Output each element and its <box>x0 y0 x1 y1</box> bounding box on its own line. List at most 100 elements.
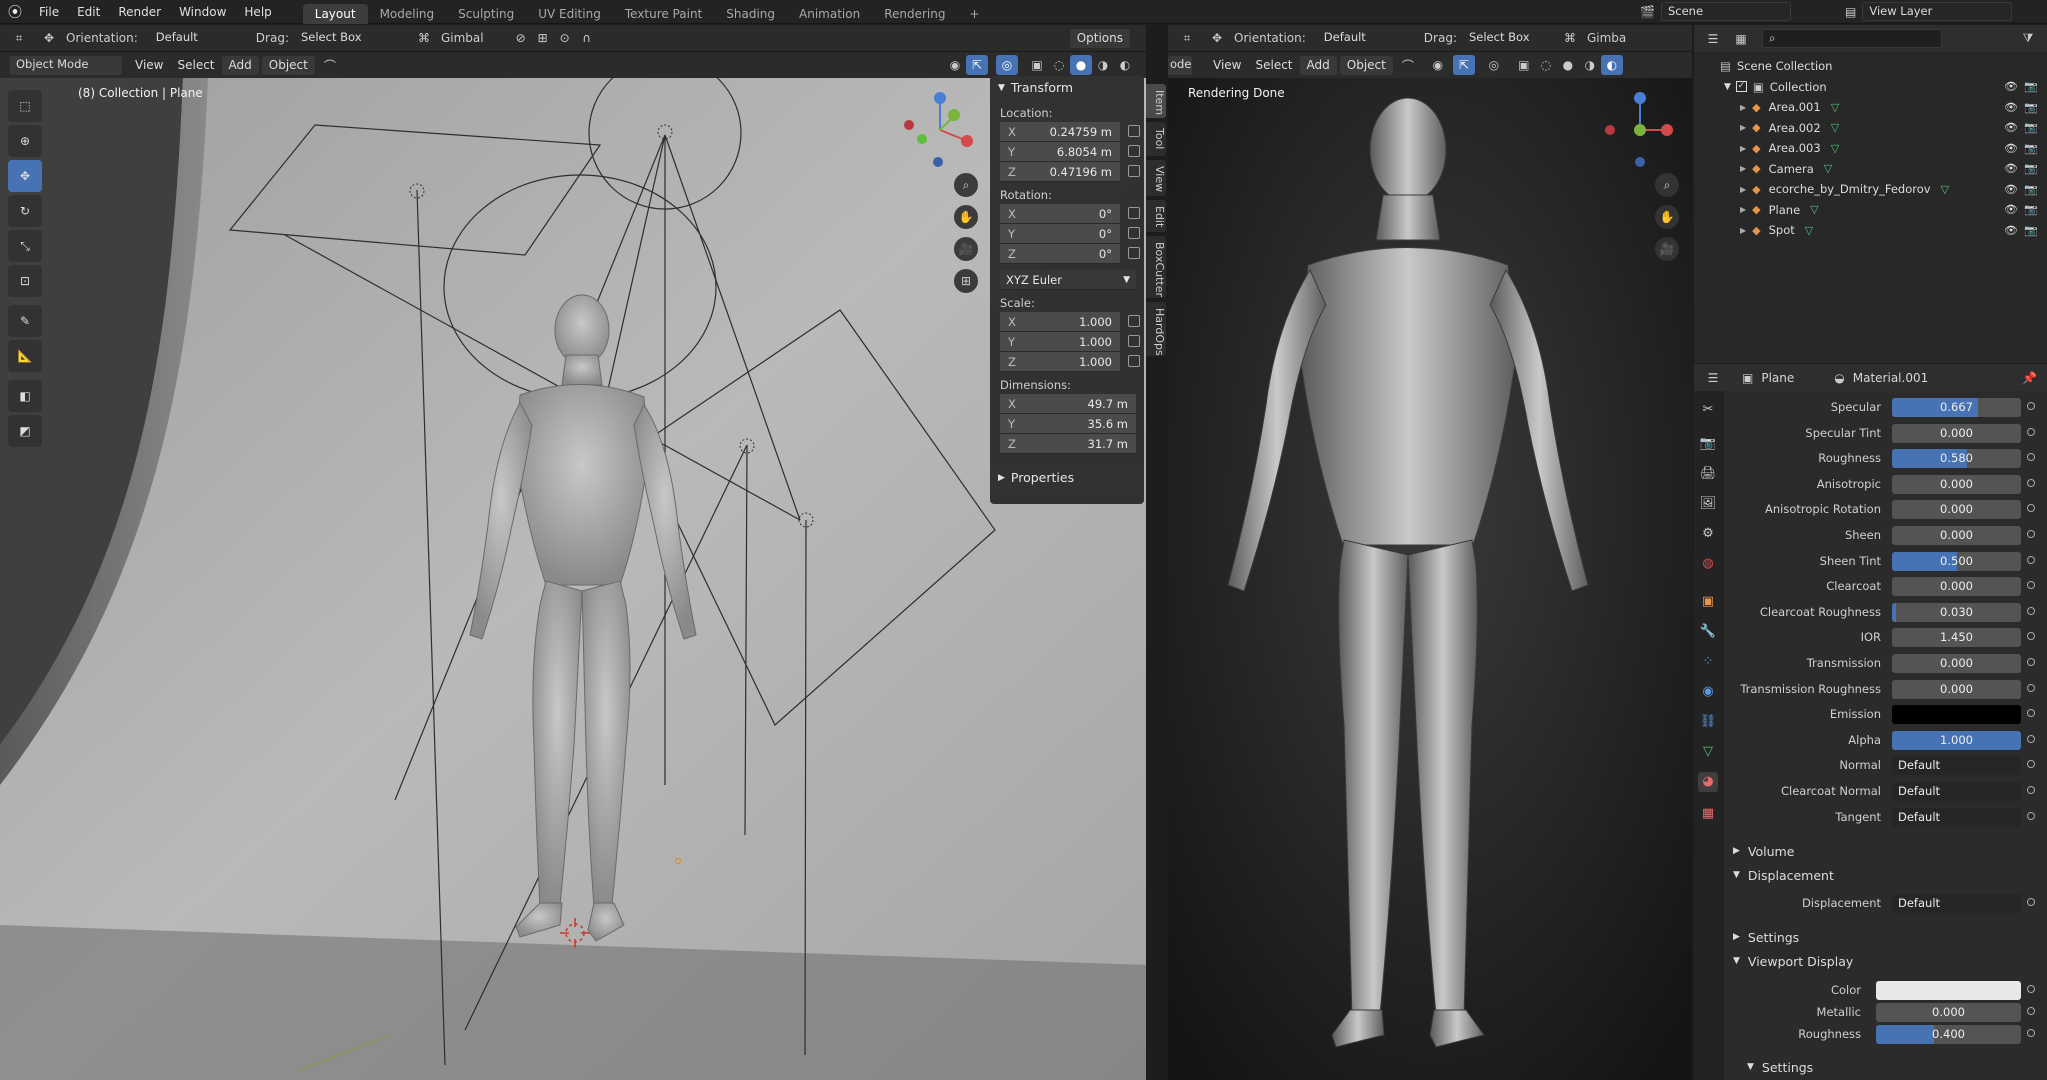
lock-icon[interactable] <box>1128 247 1140 259</box>
location-y-field[interactable]: Y 6.8054 m <box>1000 142 1140 162</box>
tab-tool[interactable]: Tool <box>1146 122 1166 156</box>
material-property-row[interactable]: IOR 1.450 <box>1725 628 2035 648</box>
keyframe-dot-icon[interactable] <box>2027 786 2035 794</box>
volume-section-header[interactable]: ▶ Volume <box>1723 840 2023 862</box>
menu-file[interactable]: File <box>30 0 68 24</box>
snap-target-icon[interactable]: ⊞ <box>532 28 554 48</box>
displacement-section-header[interactable]: ▼ Displacement <box>1723 864 2023 886</box>
keyframe-dot-icon[interactable] <box>2027 555 2035 564</box>
drag-dropdown[interactable]: Select Box <box>1462 28 1553 48</box>
camera-view-icon[interactable]: 🎥 <box>1655 237 1679 261</box>
orientation-dropdown[interactable]: Default <box>1317 28 1418 48</box>
menu-add[interactable]: Add <box>1299 55 1337 75</box>
location-x-field[interactable]: X 0.24759 m <box>1000 122 1140 142</box>
pivot-icon[interactable]: ⌘ <box>1559 28 1581 48</box>
properties-editor-icon[interactable]: ☰ <box>1702 368 1724 388</box>
tab-texture-paint[interactable]: Texture Paint <box>613 4 714 24</box>
texture-properties-icon[interactable]: ▦ <box>1698 804 1718 824</box>
left-viewport[interactable]: ⌗ ✥ Orientation: Default Drag: Select Bo… <box>0 25 1146 1080</box>
outliner-row-scene-collection[interactable]: ▤ Scene Collection <box>1694 56 2047 77</box>
render-camera-icon[interactable]: 📷 <box>2024 142 2038 155</box>
pivot-icon[interactable]: ⌘ <box>413 28 435 48</box>
editor-type-icon[interactable]: ⌗ <box>8 28 30 48</box>
eye-icon[interactable]: 👁 <box>2004 80 2018 93</box>
keyframe-dot-icon[interactable] <box>2027 734 2035 743</box>
curve-icon[interactable]: ⌒ <box>319 55 341 75</box>
expand-arrow-icon[interactable]: ▼ <box>1724 82 1731 92</box>
scale-x-field[interactable]: X 1.000 <box>1000 312 1140 332</box>
filter-icon[interactable]: ⧩ <box>2017 29 2039 49</box>
editor-type-icon[interactable]: ⌗ <box>1176 28 1198 48</box>
proportional-editing-icon[interactable]: ⊙ <box>554 28 576 48</box>
viewport-color-row[interactable]: Color <box>1725 981 2035 1001</box>
visibility-icon[interactable]: ◉ <box>1427 55 1449 75</box>
material-property-row[interactable]: Roughness 0.580 <box>1725 449 2035 469</box>
menu-render[interactable]: Render <box>109 0 170 24</box>
keyframe-dot-icon[interactable] <box>2027 1007 2035 1015</box>
measure-tool-icon[interactable]: 📐 <box>8 340 42 372</box>
property-slider[interactable]: 1.450 <box>1892 628 2021 648</box>
drag-dropdown[interactable]: Select Box <box>294 28 395 48</box>
menu-object[interactable]: Object <box>1339 55 1393 75</box>
material-property-row[interactable]: Alpha 1.000 <box>1725 730 2035 751</box>
right-viewport[interactable]: ⌗ ✥ Orientation: Default Drag: Select Bo… <box>1168 25 1692 1080</box>
expand-arrow-icon[interactable]: ▶ <box>1740 205 1746 214</box>
xray-icon[interactable]: ▣ <box>1026 55 1048 75</box>
metallic-slider[interactable]: 0.000 <box>1876 1003 2021 1022</box>
outliner-item[interactable]: ▶ ◆ Camera ▽ 👁 📷 <box>1694 159 2047 180</box>
constraints-properties-icon[interactable]: ⛓ <box>1698 712 1718 732</box>
expand-arrow-icon[interactable]: ▶ <box>1740 123 1746 132</box>
rotate-tool-icon[interactable]: ↻ <box>8 195 42 227</box>
gizmo-toggle-icon[interactable]: ⇱ <box>1452 55 1475 75</box>
material-property-row[interactable]: Clearcoat 0.000 <box>1725 577 2035 597</box>
move-tool-icon[interactable]: ✥ <box>8 160 42 192</box>
keyframe-dot-icon[interactable] <box>2027 427 2035 436</box>
tab-edit[interactable]: Edit <box>1146 200 1166 232</box>
render-camera-icon[interactable]: 📷 <box>2024 101 2038 114</box>
lock-icon[interactable] <box>1128 227 1140 239</box>
material-property-row[interactable]: Emission <box>1725 705 2035 725</box>
blender-logo-icon[interactable]: ⦿ <box>0 2 30 22</box>
snap-icon[interactable]: ⊘ <box>510 28 532 48</box>
display-mode-icon[interactable]: ▦ <box>1730 29 1752 49</box>
ortho-grid-icon[interactable]: ⊞ <box>954 269 978 293</box>
menu-select[interactable]: Select <box>1248 56 1299 75</box>
tab-item[interactable]: Item <box>1146 84 1166 118</box>
keyframe-dot-icon[interactable] <box>2027 606 2035 615</box>
property-link-field[interactable]: Default <box>1892 756 2021 776</box>
pan-hand-icon[interactable]: ✋ <box>1655 205 1679 229</box>
wireframe-shading-icon[interactable]: ◌ <box>1048 55 1070 75</box>
cube-add-tool-icon[interactable]: ◩ <box>8 415 42 447</box>
annotate-tool-icon[interactable]: ✎ <box>8 305 42 337</box>
eye-icon[interactable]: 👁 <box>2004 203 2018 216</box>
tab-hardops[interactable]: HardOps <box>1146 302 1166 356</box>
outliner-item[interactable]: ▶ ◆ Area.002 ▽ 👁 📷 <box>1694 118 2047 139</box>
property-slider[interactable]: 1.000 <box>1892 730 2021 750</box>
pin-icon[interactable]: 📌 <box>2022 371 2037 385</box>
expand-arrow-icon[interactable]: ▶ <box>1740 103 1746 112</box>
property-slider[interactable]: 0.000 <box>1892 526 2021 545</box>
scene-field[interactable]: Scene <box>1660 2 1791 21</box>
tab-view[interactable]: View <box>1146 160 1166 196</box>
cursor-tool-icon[interactable]: ⊕ <box>8 125 42 157</box>
tab-boxcutter[interactable]: BoxCutter <box>1146 236 1166 298</box>
viewport-metallic-row[interactable]: Metallic 0.000 <box>1725 1003 2035 1023</box>
menu-view[interactable]: View <box>128 56 170 75</box>
scale-tool-icon[interactable]: ⤡ <box>8 230 42 262</box>
pan-hand-icon[interactable]: ✋ <box>954 205 978 229</box>
property-slider[interactable]: 0.580 <box>1892 449 2021 469</box>
keyframe-dot-icon[interactable] <box>2027 402 2035 410</box>
overlays-toggle-icon[interactable]: ◎ <box>1483 55 1505 75</box>
render-camera-icon[interactable]: 📷 <box>2024 203 2038 216</box>
render-properties-icon[interactable]: 📷 <box>1698 434 1718 454</box>
render-camera-icon[interactable]: 📷 <box>2024 183 2038 196</box>
mode-dropdown[interactable]: ode <box>1168 55 1192 75</box>
world-properties-icon[interactable]: ◍ <box>1698 554 1718 574</box>
transform-gizmo-icon[interactable]: ✥ <box>38 28 60 48</box>
output-properties-icon[interactable]: 🖨 <box>1698 464 1718 484</box>
menu-help[interactable]: Help <box>235 0 280 24</box>
lock-icon[interactable] <box>1128 125 1140 137</box>
zoom-icon[interactable]: ⌕ <box>954 173 978 197</box>
keyframe-dot-icon[interactable] <box>2027 478 2035 487</box>
lock-icon[interactable] <box>1128 207 1140 219</box>
